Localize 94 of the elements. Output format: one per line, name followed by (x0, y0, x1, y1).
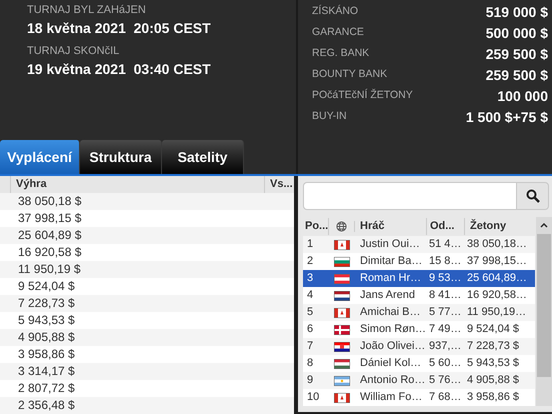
info-label: REG. BANK (312, 46, 370, 62)
table-cell-text: 4 905,88 $ (466, 373, 519, 388)
table-cell-text: Jans Arend (359, 288, 416, 304)
column-header: Vs... (269, 177, 293, 192)
tab[interactable]: Struktura (80, 140, 162, 174)
table-cell: 3 314,17 $ (18, 362, 75, 380)
table-cell: 25 604,89 $ (18, 226, 82, 244)
table-row[interactable]: 9 Antonio Ro… 5 76… 4 905,88 $ (303, 372, 535, 389)
table-cell: 5 943,53 $ (18, 312, 75, 328)
table-cell-text: 2 (306, 254, 314, 270)
info-label: BUY-IN (312, 109, 347, 124)
info-value: 100 000 (497, 86, 548, 106)
table-cell: 7 228,73 $ (18, 294, 75, 312)
column-header: Po... (303, 218, 329, 235)
table-cell-text: João Olivei… (359, 339, 426, 354)
info-label: TURNAJ BYL ZAHáJEN (27, 4, 147, 17)
table-cell-text: 9 53… (428, 271, 462, 286)
table-cell-text: 38 050,18… (466, 237, 527, 252)
info-label: TURNAJ SKONčIL (27, 45, 120, 58)
table-cell: 2 356,48 $ (18, 396, 75, 414)
table-row[interactable]: 3 Roman Hr… 9 53… 25 604,89… (303, 270, 535, 287)
table-cell-text: 5 60… (428, 356, 462, 372)
table-cell-text: 4 (306, 288, 314, 304)
table-cell-text: 5 943,53 $ (466, 356, 519, 372)
table-cell-text: 8 41… (428, 288, 462, 304)
table-cell-text: 16 920,58… (466, 288, 527, 304)
table-cell-text: 3 958,86 $ (466, 390, 519, 406)
table-cell-text: 10 (306, 390, 320, 406)
table-row[interactable]: 2 Dimitar Ba… 15 8… 37 998,15… (303, 253, 535, 270)
table-cell-text: Roman Hr… (359, 271, 422, 286)
info-value: 259 500 $ (486, 66, 548, 84)
search-field[interactable] (303, 182, 516, 210)
table-cell: 37 998,15 $ (18, 210, 82, 226)
info-label: ZÍSKÁNO (312, 4, 358, 20)
table-cell: 2 807,72 $ (18, 380, 75, 396)
table-cell-text: Dániel Kol… (359, 356, 422, 372)
table-cell-text: Amichai B… (359, 305, 422, 320)
table-row[interactable]: 8 Dániel Kol… 5 60… 5 943,53 $ (303, 355, 535, 372)
info-value: 18 května 2021 20:05 CEST (27, 20, 212, 37)
table-cell: 38 050,18 $ (18, 192, 82, 210)
table-row[interactable]: 5 Amichai B… 5 77… 11 950,19… (303, 304, 535, 321)
table-cell-text: 8 (306, 356, 314, 372)
table-cell: 3 958,86 $ (18, 346, 75, 362)
table-cell-text: 7 (306, 339, 314, 354)
table-cell-text: 5 76… (428, 373, 462, 388)
info-value: 1 500 $+75 $ (466, 108, 548, 126)
column-header: Žetony (469, 218, 506, 234)
table-cell-text: 5 (306, 305, 314, 320)
table-cell-text: 9 524,04 $ (466, 322, 519, 338)
table-cell: 16 920,58 $ (18, 244, 82, 260)
search-button[interactable] (516, 182, 549, 210)
scroll-up-icon[interactable] (540, 223, 548, 228)
table-cell-text: 7 228,73 $ (466, 339, 519, 354)
table-cell-text: Simon Røn… (359, 322, 427, 338)
tab[interactable]: Vyplácení (0, 140, 80, 174)
tab[interactable]: Satelity (162, 140, 244, 174)
table-cell-text: 7 68… (428, 390, 462, 406)
info-label: BOUNTY BANK (312, 67, 388, 82)
table-cell: 11 950,19 $ (18, 260, 81, 278)
info-label: GARANCE (312, 25, 364, 40)
globe-icon (336, 221, 347, 232)
table-cell-text: 15 8… (428, 254, 462, 270)
table-cell: 4 905,88 $ (18, 328, 75, 346)
table-cell-text: 1 (306, 237, 314, 252)
table-cell-text: Dimitar Ba… (359, 254, 424, 270)
table-cell-text: 937,… (428, 339, 462, 354)
table-cell-text: William Fo… (359, 390, 424, 406)
table-cell-text: 7 49… (428, 322, 462, 338)
table-cell: 9 524,04 $ (18, 278, 75, 294)
table-cell-text: 51 4… (428, 237, 462, 252)
table-cell-text: 9 (306, 373, 314, 388)
info-value: 500 000 $ (486, 24, 548, 42)
scrollbar-thumb[interactable] (537, 234, 551, 377)
table-row[interactable]: 7 João Olivei… 937,… 7 228,73 $ (303, 338, 535, 355)
table-cell-text: Justin Oui… (359, 237, 421, 252)
scrollbar[interactable] (536, 217, 552, 406)
info-value: 19 května 2021 03:40 CEST (27, 61, 212, 78)
info-label: POčáTEčNÍ ŽETONY (312, 88, 413, 104)
info-value: 519 000 $ (486, 2, 548, 22)
table-cell-text: 25 604,89… (466, 271, 527, 286)
table-cell-text: Antonio Ro… (359, 373, 426, 388)
table-row[interactable]: 6 Simon Røn… 7 49… 9 524,04 $ (303, 321, 535, 338)
table-row[interactable]: 1 Justin Oui… 51 4… 38 050,18… (303, 236, 535, 253)
info-value: 259 500 $ (486, 44, 548, 64)
column-header: Od... (427, 218, 465, 235)
table-cell-text: 37 998,15… (466, 254, 527, 270)
table-cell-text: 6 (306, 322, 314, 338)
table-cell-text: 11 950,19… (466, 305, 526, 320)
table-row[interactable]: 4 Jans Arend 8 41… 16 920,58… (303, 287, 535, 304)
search-icon (526, 189, 540, 203)
column-header: Hráč (355, 218, 427, 235)
table-cell-text: 5 77… (428, 305, 462, 320)
table-cell-text: 3 (306, 271, 314, 286)
table-row[interactable]: 10 William Fo… 7 68… 3 958,86 $ (303, 389, 535, 406)
